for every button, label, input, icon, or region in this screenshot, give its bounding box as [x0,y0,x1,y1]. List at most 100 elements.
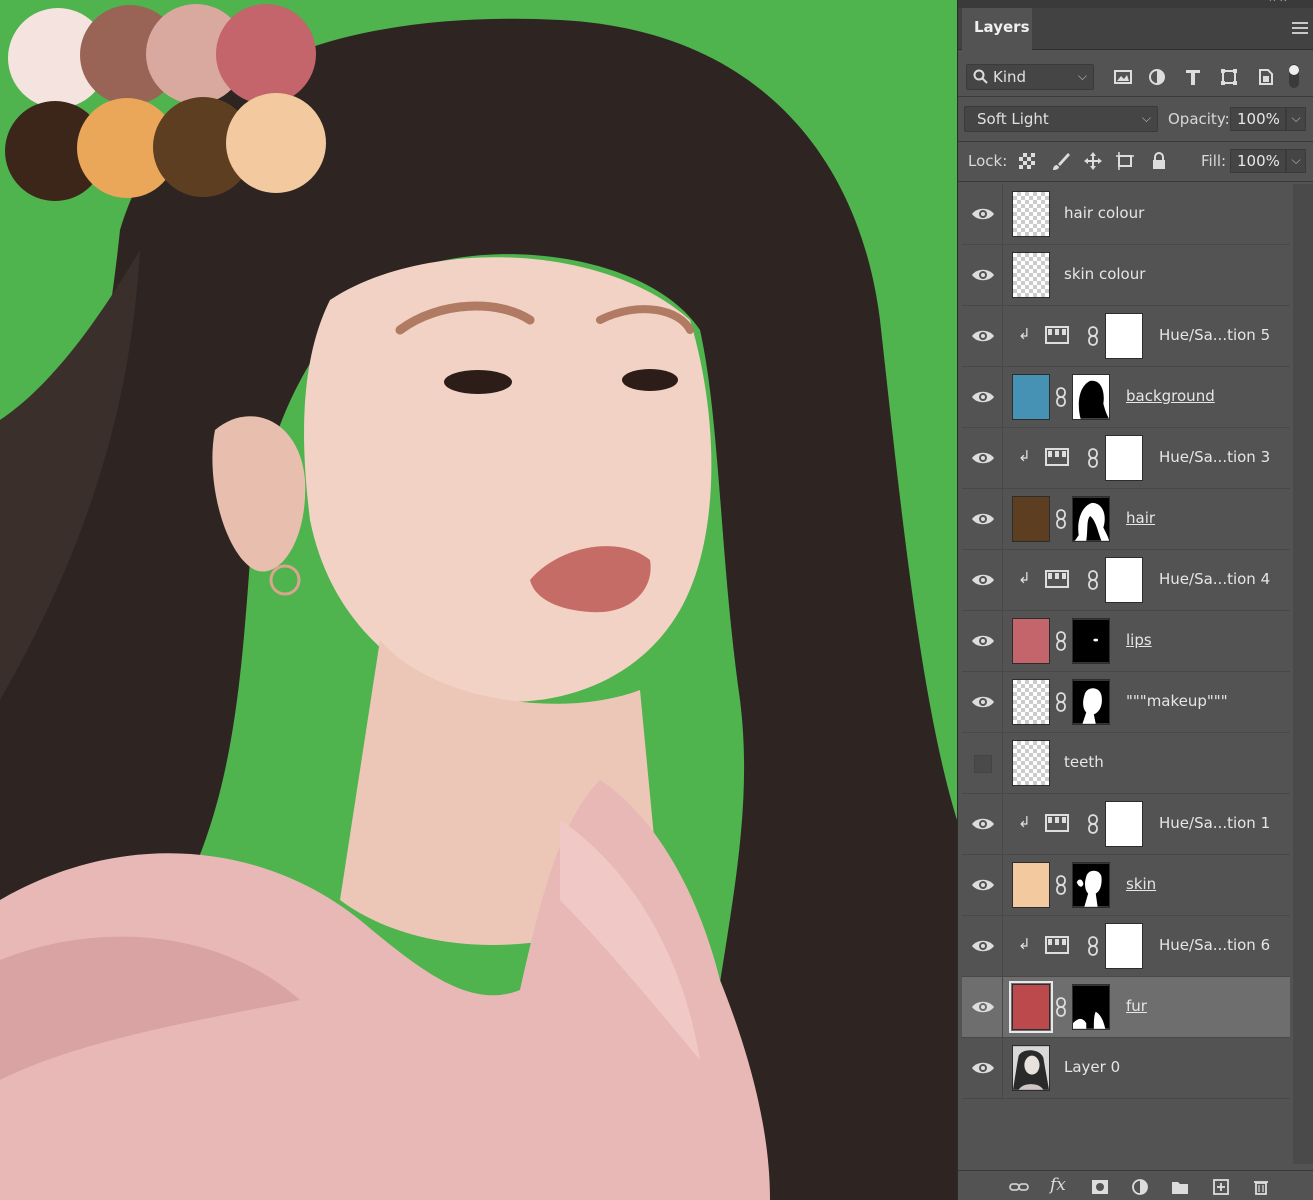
layer-hair[interactable]: hair [962,489,1290,550]
image-filter-icon[interactable] [1112,66,1134,88]
layer-teeth[interactable]: teeth [962,733,1290,794]
link-chain-icon[interactable] [1054,508,1068,530]
search-icon [973,69,988,84]
lock-position-icon[interactable] [1082,150,1104,172]
layer-mask-thumbnail[interactable] [1072,679,1110,725]
layer-mask-thumbnail[interactable] [1072,618,1110,664]
panel-menu-icon[interactable] [1292,22,1308,36]
fx-icon[interactable]: fx [1050,1175,1066,1195]
filter-toggle-icon[interactable] [1286,62,1302,90]
fill-input[interactable]: 100% [1230,149,1286,173]
visibility-eye-icon[interactable] [970,204,996,224]
layer-mask-thumbnail[interactable] [1105,923,1143,969]
visibility-eye-icon[interactable] [970,387,996,407]
type-filter-icon[interactable] [1182,66,1204,88]
fill-color-thumbnail[interactable] [1012,618,1050,664]
lock-transparent-icon[interactable] [1016,150,1038,172]
link-chain-icon[interactable] [1054,630,1068,652]
filter-kind-dropdown[interactable]: Kind ⌵ [966,64,1094,90]
visibility-eye-icon[interactable] [970,997,996,1017]
layer-skin[interactable]: skin [962,855,1290,916]
link-chain-icon[interactable] [1054,874,1068,896]
opacity-slider-toggle[interactable]: ⌵ [1286,107,1306,131]
collapse-icon[interactable]: ‹‹ ✕ [1268,0,1288,5]
layer-hue-saturation-3[interactable]: ↲ Hue/Sa...tion 3 [962,428,1290,489]
link-chain-icon[interactable] [1054,386,1068,408]
delete-layer-icon[interactable] [1252,1179,1270,1195]
visibility-eye-icon[interactable] [970,265,996,285]
visibility-eye-icon[interactable] [970,875,996,895]
layer-name: teeth [1064,753,1104,771]
panel-tab-bar: Layers [958,8,1313,50]
document-canvas[interactable] [0,0,957,1200]
lock-all-icon[interactable] [1148,150,1170,172]
layer-mask-thumbnail[interactable] [1072,374,1110,420]
new-layer-icon[interactable] [1212,1179,1230,1195]
tab-layers[interactable]: Layers [962,8,1032,50]
layer-fur[interactable]: fur [962,977,1290,1038]
layer-background[interactable]: background [962,367,1290,428]
link-chain-icon[interactable] [1086,935,1100,957]
layer-hue-saturation-5[interactable]: ↲ Hue/Sa...tion 5 [962,306,1290,367]
visibility-eye-icon[interactable] [970,570,996,590]
layers-scrollbar[interactable] [1293,184,1313,1164]
visibility-eye-icon[interactable] [970,631,996,651]
link-layers-icon[interactable] [1008,1179,1030,1195]
visibility-eye-icon[interactable] [970,509,996,529]
shape-filter-icon[interactable] [1218,66,1240,88]
layer-mask-thumbnail[interactable] [1105,435,1143,481]
layer-lips[interactable]: lips [962,611,1290,672]
layer-0[interactable]: Layer 0 [962,1038,1290,1099]
lock-artboard-icon[interactable] [1114,150,1136,172]
visibility-eye-icon[interactable] [970,448,996,468]
layer-name: skin [1126,875,1157,893]
layer-skin-colour[interactable]: skin colour [962,245,1290,306]
adjustment-filter-icon[interactable] [1146,66,1168,88]
link-chain-icon[interactable] [1086,569,1100,591]
layer-makeup[interactable]: """makeup""" [962,672,1290,733]
layer-mask-thumbnail[interactable] [1105,313,1143,359]
link-chain-icon[interactable] [1086,447,1100,469]
link-chain-icon[interactable] [1054,691,1068,713]
new-group-icon[interactable] [1171,1179,1189,1195]
layer-mask-thumbnail[interactable] [1072,984,1110,1030]
visibility-eye-icon[interactable] [970,692,996,712]
link-chain-icon[interactable] [1086,325,1100,347]
layer-name: Layer 0 [1064,1058,1121,1076]
layer-name: hair colour [1064,204,1145,222]
visibility-eye-icon[interactable] [970,1058,996,1078]
fill-slider-toggle[interactable]: ⌵ [1286,149,1306,173]
lock-image-icon[interactable] [1050,150,1072,172]
layer-thumbnail [1012,252,1050,298]
smart-object-filter-icon[interactable] [1254,66,1276,88]
color-swatch-8 [226,93,326,193]
layer-name: Hue/Sa...tion 5 [1159,326,1271,344]
layer-hue-saturation-4[interactable]: ↲ Hue/Sa...tion 4 [962,550,1290,611]
layer-mask-thumbnail[interactable] [1105,801,1143,847]
visibility-toggle-empty[interactable] [974,755,992,773]
blend-mode-dropdown[interactable]: Soft Light ⌵ [964,106,1158,132]
fill-color-thumbnail[interactable] [1012,496,1050,542]
layer-mask-thumbnail[interactable] [1105,557,1143,603]
visibility-eye-icon[interactable] [970,936,996,956]
link-chain-icon[interactable] [1086,813,1100,835]
layer-hue-saturation-1[interactable]: ↲ Hue/Sa...tion 1 [962,794,1290,855]
fill-color-thumbnail[interactable] [1012,374,1050,420]
layer-name: """makeup""" [1126,692,1228,710]
layer-mask-thumbnail[interactable] [1072,496,1110,542]
opacity-input[interactable]: 100% [1230,107,1286,131]
add-mask-icon[interactable] [1091,1179,1109,1195]
layer-hue-saturation-6[interactable]: ↲ Hue/Sa...tion 6 [962,916,1290,977]
link-chain-icon[interactable] [1054,996,1068,1018]
layer-name: Hue/Sa...tion 3 [1159,448,1271,466]
layer-hair-colour[interactable]: hair colour [962,184,1290,245]
new-adjustment-icon[interactable] [1131,1179,1149,1195]
chevron-down-icon: ⌵ [1077,69,1087,83]
layer-name: fur [1126,997,1147,1015]
visibility-eye-icon[interactable] [970,814,996,834]
layer-mask-thumbnail[interactable] [1072,862,1110,908]
fill-color-thumbnail[interactable] [1009,981,1053,1033]
fill-color-thumbnail[interactable] [1012,862,1050,908]
clipping-arrow-icon: ↲ [1018,935,1031,953]
visibility-eye-icon[interactable] [970,326,996,346]
